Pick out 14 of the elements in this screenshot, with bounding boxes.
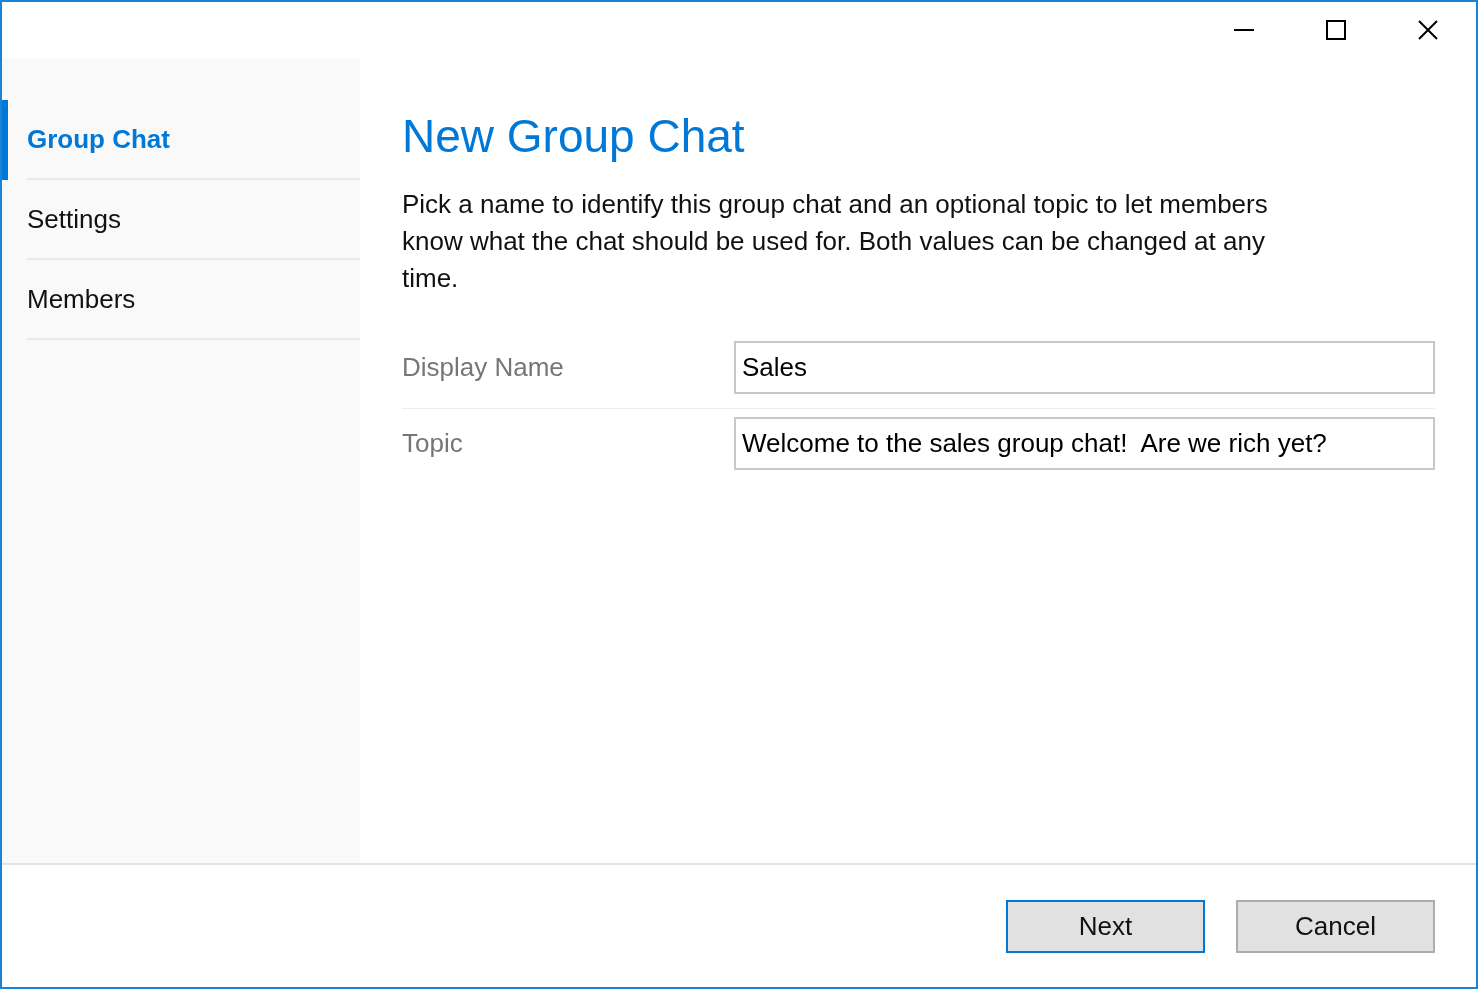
close-icon	[1418, 20, 1438, 40]
sidebar-item[interactable]: Members	[27, 279, 136, 319]
field-label: Topic	[402, 426, 464, 460]
sidebar-item[interactable]: Settings	[27, 199, 121, 239]
sidebar-item[interactable]: Group Chat	[27, 119, 170, 159]
dialog-button[interactable]: Next	[1006, 899, 1205, 953]
field-label: Display Name	[402, 351, 565, 384]
dialog-button[interactable]: Cancel	[1236, 899, 1435, 953]
text-field[interactable]: Welcome to the sales group chat! Are we rich yet?	[734, 416, 1435, 470]
description-text: Pick a name to identify this group chat and an optional topic to let members know what the chat should be used for. Both values can be changed at any time.	[402, 188, 1269, 295]
minimize-icon	[1234, 29, 1254, 31]
maximize-icon	[1326, 20, 1346, 40]
page-title: New Group Chat	[402, 109, 746, 164]
text-field[interactable]: Sales	[734, 341, 1435, 394]
